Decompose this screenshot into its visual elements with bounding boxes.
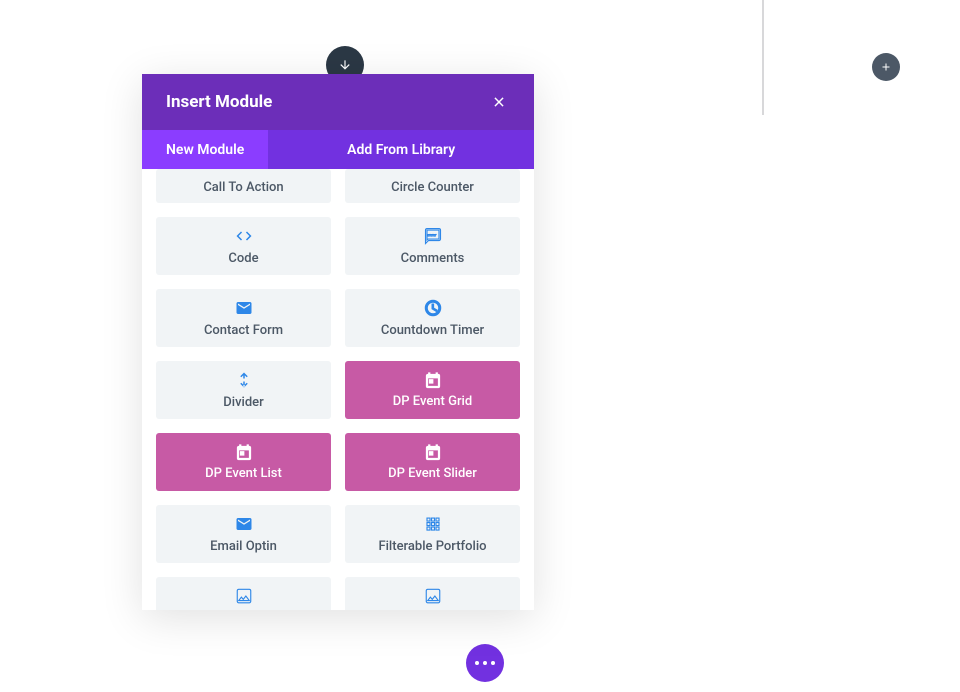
- calendar-icon: [424, 372, 442, 390]
- module-card-circle-counter[interactable]: Circle Counter: [345, 169, 520, 203]
- module-label: Filterable Portfolio: [378, 539, 486, 554]
- calendar-icon: [424, 444, 442, 462]
- module-label: Call To Action: [203, 180, 283, 195]
- calendar-icon: [235, 444, 253, 462]
- module-card-dp-event-slider[interactable]: DP Event Slider: [345, 433, 520, 491]
- image-icon: [235, 587, 253, 605]
- image-icon: [424, 587, 442, 605]
- tab-add-from-library[interactable]: Add From Library: [268, 130, 534, 169]
- dot-icon: [483, 661, 487, 665]
- module-card-filterable-portfolio[interactable]: Filterable Portfolio: [345, 505, 520, 563]
- module-card-image[interactable]: Image: [345, 577, 520, 610]
- mail-icon: [235, 515, 253, 533]
- modal-tabs: New Module Add From Library: [142, 130, 534, 169]
- grid-icon: [424, 515, 442, 533]
- module-card-call-to-action[interactable]: Call To Action: [156, 169, 331, 203]
- module-card-comments[interactable]: Comments: [345, 217, 520, 275]
- dot-icon: [475, 661, 479, 665]
- module-label: Code: [228, 251, 258, 266]
- close-icon: [492, 95, 506, 109]
- divider-icon: [235, 371, 253, 389]
- plus-icon: [880, 61, 892, 73]
- add-fab-button[interactable]: [872, 53, 900, 81]
- module-card-code[interactable]: Code: [156, 217, 331, 275]
- chat-icon: [424, 227, 442, 245]
- module-card-contact-form[interactable]: Contact Form: [156, 289, 331, 347]
- insert-module-modal: Insert Module New Module Add From Librar…: [142, 74, 534, 610]
- module-label: Circle Counter: [391, 180, 474, 195]
- close-button[interactable]: [488, 91, 510, 113]
- module-card-dp-event-list[interactable]: DP Event List: [156, 433, 331, 491]
- dot-icon: [491, 661, 495, 665]
- more-fab-button[interactable]: [466, 644, 504, 682]
- module-label: DP Event Grid: [393, 394, 472, 409]
- module-card-gallery[interactable]: Gallery: [156, 577, 331, 610]
- modal-title: Insert Module: [166, 92, 272, 112]
- arrow-icon: [338, 58, 352, 72]
- module-label: Divider: [223, 395, 263, 410]
- tab-new-module[interactable]: New Module: [142, 130, 268, 169]
- module-label: Contact Form: [204, 323, 283, 338]
- module-label: Email Optin: [210, 539, 277, 554]
- vertical-divider: [762, 0, 764, 115]
- mail-icon: [235, 299, 253, 317]
- module-card-divider[interactable]: Divider: [156, 361, 331, 419]
- modal-header: Insert Module: [142, 74, 534, 130]
- module-label: Comments: [401, 251, 465, 266]
- module-card-countdown-timer[interactable]: Countdown Timer: [345, 289, 520, 347]
- modules-list: Call To Action Circle Counter Code Comments…: [142, 169, 534, 610]
- module-card-dp-event-grid[interactable]: DP Event Grid: [345, 361, 520, 419]
- module-label: DP Event Slider: [388, 466, 477, 481]
- clock-icon: [424, 299, 442, 317]
- module-label: DP Event List: [205, 466, 282, 481]
- module-label: Countdown Timer: [381, 323, 484, 338]
- module-card-email-optin[interactable]: Email Optin: [156, 505, 331, 563]
- code-icon: [235, 227, 253, 245]
